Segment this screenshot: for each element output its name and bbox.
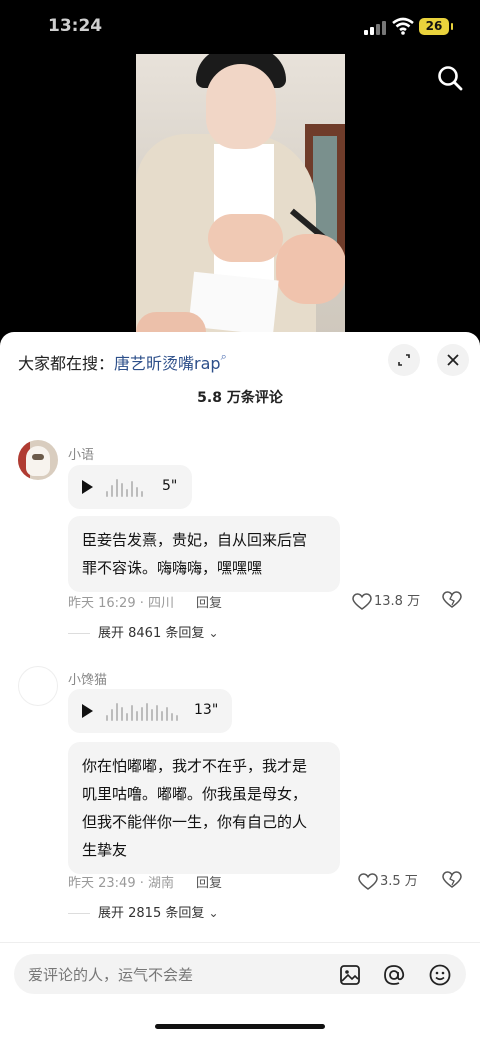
like-count: 3.5 万 [380,874,418,889]
chevron-down-icon: ⌄ [208,906,219,920]
search-icon[interactable] [436,64,464,92]
comment-line: 你在怕嘟嘟，我才不在乎，我才是 [82,757,308,775]
comment-time: 昨天 16:29 · 四川 [68,596,174,611]
dislike-icon[interactable] [442,871,462,889]
hint-keyword[interactable]: 唐艺昕烫嘴rap [114,354,221,373]
expand-replies-label: 展开 2815 条回复 [98,906,205,921]
avatar[interactable] [18,440,58,480]
emoji-icon[interactable] [428,963,452,987]
status-time: 13:24 [48,16,103,36]
comment-text: 臣妾告发熹，贵妃，自从回来后宫 罪不容诛。嗨嗨嗨，嘿嘿嘿 [68,516,340,592]
voice-duration: 13" [194,702,219,718]
comment-line: 生挚友 [82,841,128,859]
comment-count: 5.8 万条评论 [197,390,283,406]
close-icon [447,354,459,366]
comment-meta: 昨天 16:29 · 四川 回复 [68,592,222,611]
comment-line: 臣妾告发熹，贵妃，自从回来后宫 [82,531,308,549]
trending-search-hint[interactable]: 大家都在搜：唐艺昕烫嘴rap⌕ [18,350,227,374]
comment-meta: 昨天 23:49 · 湖南 回复 [68,872,222,891]
comment-input[interactable]: 爱评论的人，运气不会差 [14,954,466,994]
username[interactable]: 小馋猫 [68,669,107,688]
like-button[interactable]: 13.8 万 [352,590,420,611]
status-bar: 13:24 26 [0,0,480,52]
comment-line: 但我不能伴你一生，你有自己的人 [82,813,308,831]
battery-indicator: 26 [419,18,453,35]
voice-message[interactable]: 5" [68,465,192,509]
home-indicator[interactable] [155,1024,325,1029]
comment-input-bar: 爱评论的人，运气不会差 [0,942,480,1003]
comment-time: 昨天 23:49 · 湖南 [68,876,174,891]
username[interactable]: 小语 [68,444,94,463]
heart-icon [352,592,372,610]
voice-duration: 5" [162,478,178,494]
like-count: 13.8 万 [374,594,421,609]
dislike-icon[interactable] [442,591,462,609]
expand-button[interactable] [388,344,420,376]
play-icon[interactable] [82,704,93,718]
play-icon[interactable] [82,480,93,494]
wifi-icon [392,17,414,35]
reply-button[interactable]: 回复 [196,596,222,611]
comment-text: 你在怕嘟嘟，我才不在乎，我才是 叽里咕噜。嘟嘟。你我虽是母女， 但我不能伴你一生… [68,742,340,874]
hint-search-icon: ⌕ [220,350,227,363]
voice-message[interactable]: 13" [68,689,232,733]
like-button[interactable]: 3.5 万 [358,870,418,891]
reply-button[interactable]: 回复 [196,876,222,891]
comment-line: 罪不容诛。嗨嗨嗨，嘿嘿嘿 [82,559,263,577]
comment-input-placeholder: 爱评论的人，运气不会差 [28,966,194,984]
image-icon[interactable] [338,963,362,987]
comment-line: 叽里咕噜。嘟嘟。你我虽是母女， [82,785,308,803]
chevron-down-icon: ⌄ [208,626,219,640]
video-player[interactable] [136,54,345,336]
signal-icon [364,21,386,35]
close-button[interactable] [437,344,469,376]
expand-icon [398,354,410,366]
avatar[interactable] [18,666,58,706]
heart-icon [358,872,378,890]
expand-replies[interactable]: 展开 2815 条回复 ⌄ [68,902,219,921]
hint-prefix: 大家都在搜： [18,354,115,373]
at-icon[interactable] [382,963,406,987]
expand-replies[interactable]: 展开 8461 条回复 ⌄ [68,622,219,641]
expand-replies-label: 展开 8461 条回复 [98,626,205,641]
comment-sheet: 大家都在搜：唐艺昕烫嘴rap⌕ 5.8 万条评论 小语 5" 臣妾告发熹，贵妃，… [0,332,480,1038]
